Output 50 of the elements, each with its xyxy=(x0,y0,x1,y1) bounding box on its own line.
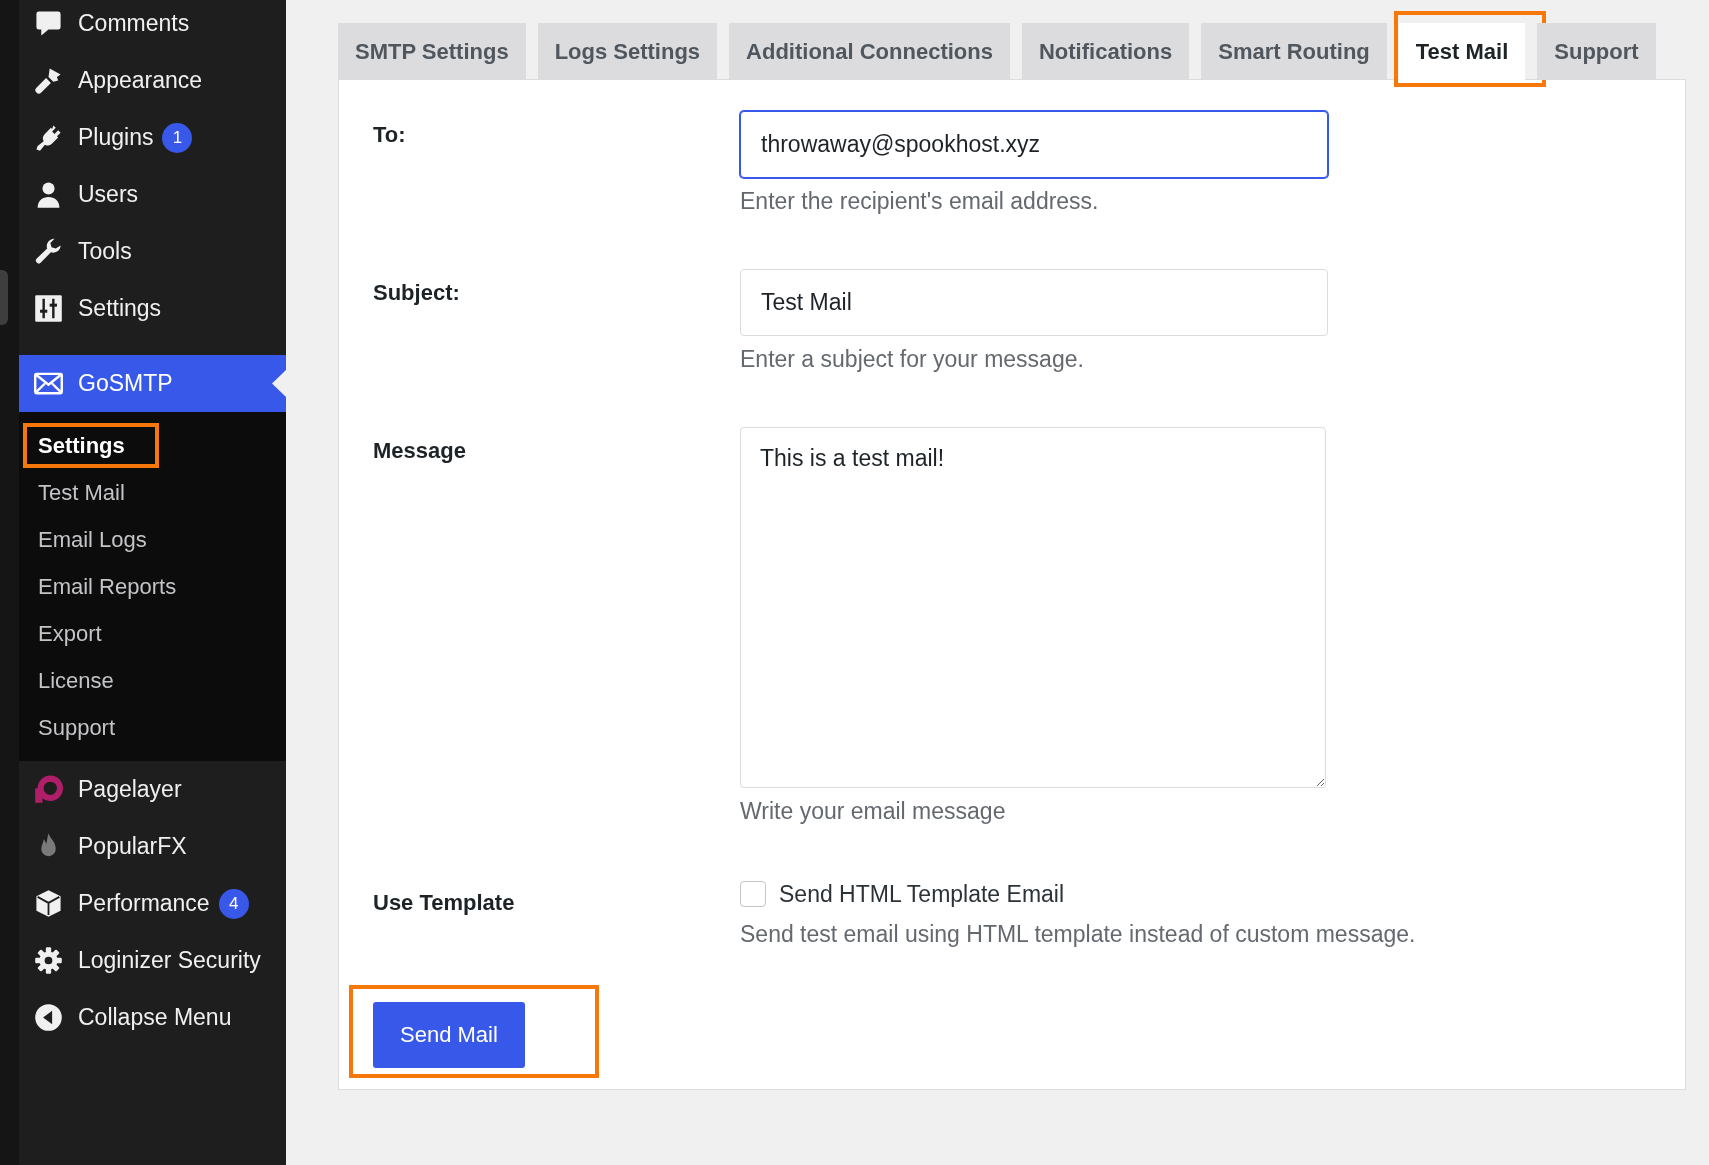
notch-icon xyxy=(272,370,286,397)
menu-item[interactable]: Collapse Menu xyxy=(19,989,286,1046)
help-text: Send test email using HTML template instead of custom message. xyxy=(740,920,1417,949)
paintbrush-icon xyxy=(34,66,63,95)
plug-icon xyxy=(34,123,63,152)
menu-item[interactable]: Loginizer Security xyxy=(19,932,286,989)
submenu-item[interactable]: License xyxy=(38,657,114,704)
submenu-item[interactable]: Email Logs xyxy=(38,516,147,563)
submenu-item[interactable]: Settings xyxy=(38,422,125,469)
submenu-item[interactable]: Support xyxy=(38,704,116,751)
menu-item[interactable]: Appearance xyxy=(19,52,286,109)
submenu-item[interactable]: Email Reports xyxy=(38,563,177,610)
text-input[interactable]: Test Mail xyxy=(740,269,1328,336)
sliders-icon xyxy=(34,294,63,323)
menu-item[interactable]: Settings xyxy=(19,280,286,337)
logo-icon xyxy=(34,775,63,804)
gear-icon xyxy=(34,946,63,975)
tab[interactable]: SMTP Settings xyxy=(338,23,526,80)
tab[interactable]: Logs Settings xyxy=(537,23,718,80)
menu-item[interactable]: PopularFX xyxy=(19,818,286,875)
field-label: Message xyxy=(373,437,467,465)
count-badge: 1 xyxy=(162,122,193,153)
menu-item[interactable]: Comments xyxy=(19,0,286,52)
field-label: To: xyxy=(373,121,407,149)
tab[interactable]: Notifications xyxy=(1021,23,1190,80)
submenu-item[interactable]: Export xyxy=(38,610,102,657)
menu-item[interactable]: Pagelayer xyxy=(19,761,286,818)
scrollbar-thumb xyxy=(0,270,8,325)
tab[interactable]: Support xyxy=(1537,23,1656,80)
wrench-icon xyxy=(34,237,63,266)
menu-item[interactable]: Performance 4 xyxy=(19,875,286,932)
text-input[interactable]: throwaway@spookhost.xyz xyxy=(740,111,1328,178)
menu-item[interactable]: Tools xyxy=(19,223,286,280)
menu-item[interactable]: GoSMTP xyxy=(19,355,286,412)
count-badge: 4 xyxy=(218,888,249,919)
help-text: Write your email message xyxy=(740,797,1007,826)
tab[interactable]: Additional Connections xyxy=(729,23,1010,80)
menu-item[interactable]: Plugins 1 xyxy=(19,109,286,166)
cube-icon xyxy=(34,889,63,918)
field-label: Subject: xyxy=(373,279,461,307)
checkbox-label: Send HTML Template Email xyxy=(779,880,1065,909)
speech-bubble-icon xyxy=(34,9,63,38)
help-text: Enter the recipient's email address. xyxy=(740,187,1100,216)
field-label: Use Template xyxy=(373,889,516,917)
checkbox[interactable] xyxy=(740,881,766,907)
help-text: Enter a subject for your message. xyxy=(740,345,1085,374)
submenu-item[interactable]: Test Mail xyxy=(38,469,125,516)
menu-item[interactable]: Users xyxy=(19,166,286,223)
tab[interactable]: Smart Routing xyxy=(1201,23,1387,80)
text-area[interactable]: This is a test mail! xyxy=(740,427,1326,788)
